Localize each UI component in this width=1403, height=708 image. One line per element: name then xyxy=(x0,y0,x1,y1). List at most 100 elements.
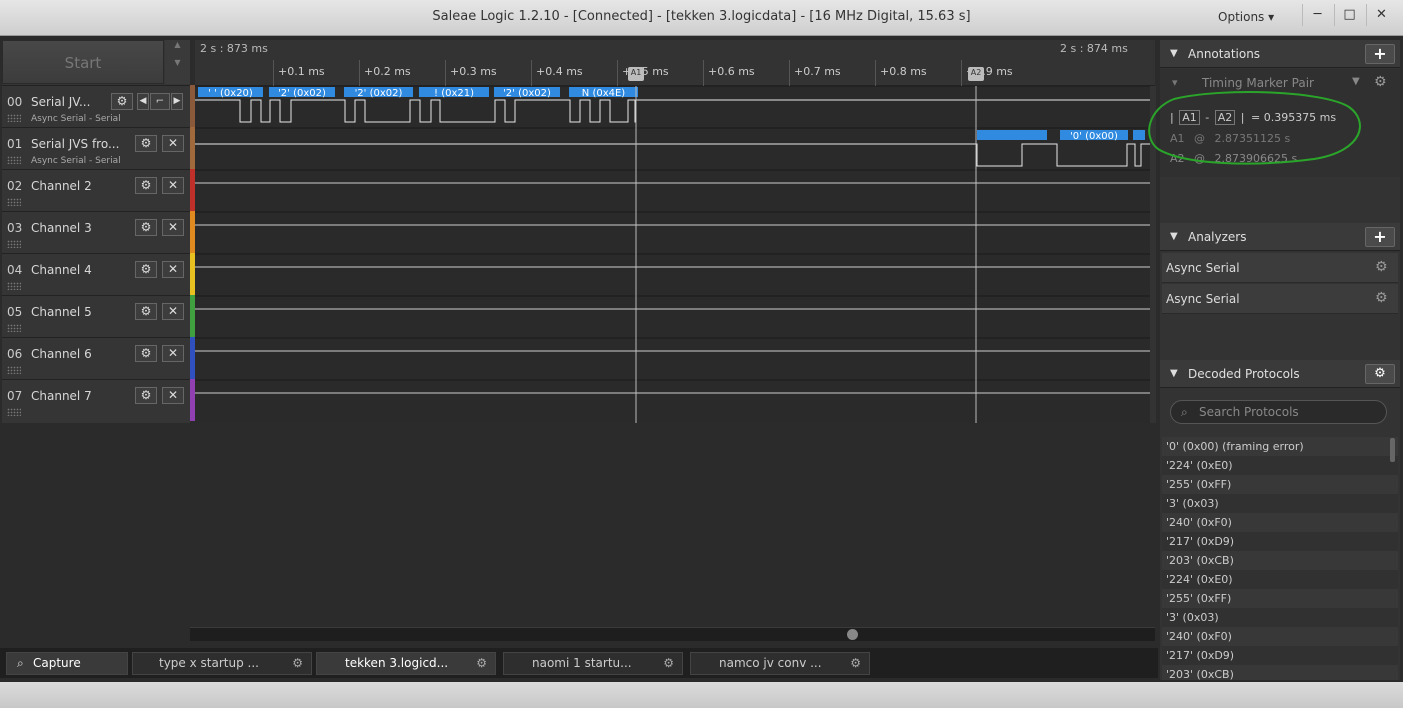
drag-handle-icon[interactable] xyxy=(7,156,21,164)
decoded-settings-button[interactable]: ⚙ xyxy=(1365,364,1395,384)
collapse-triangle-icon[interactable]: ▼ xyxy=(1170,48,1178,59)
channel-name[interactable]: Channel 6 xyxy=(31,347,92,361)
gear-icon[interactable]: ⚙ xyxy=(135,261,157,278)
options-menu[interactable]: Options ▾ xyxy=(1218,10,1274,24)
drag-handle-icon[interactable] xyxy=(7,366,21,374)
prev-edge-icon[interactable]: ◀ xyxy=(137,93,149,110)
channel-name[interactable]: Channel 7 xyxy=(31,389,92,403)
channel-row[interactable]: 03 Channel 3 ⚙ ✕ xyxy=(2,211,190,253)
drag-handle-icon[interactable] xyxy=(7,198,21,206)
close-icon[interactable]: ✕ xyxy=(162,345,184,362)
annotations-header[interactable]: ▼ Annotations + xyxy=(1160,40,1400,68)
gear-icon[interactable]: ⚙ xyxy=(663,653,674,674)
close-icon[interactable]: ✕ xyxy=(162,303,184,320)
protocol-list-item[interactable]: '255' (0xFF) xyxy=(1162,475,1398,494)
analyzer-label: Async Serial xyxy=(1166,292,1240,306)
channel-row[interactable]: 00 Serial JV... Async Serial - Serial ⚙ ◀ ⌐ ▶ xyxy=(2,85,190,127)
marker-a1[interactable]: A1 xyxy=(628,67,644,81)
gear-icon[interactable]: ⚙ xyxy=(135,219,157,236)
gear-icon[interactable]: ⚙ xyxy=(135,345,157,362)
time-tick-line xyxy=(875,60,876,86)
tab-session-2[interactable]: tekken 3.logicd... ⚙ xyxy=(316,652,496,675)
channel-row[interactable]: 04 Channel 4 ⚙ ✕ xyxy=(2,253,190,295)
tab-capture[interactable]: ⌕ Capture xyxy=(6,652,128,675)
close-button[interactable]: ✕ xyxy=(1366,4,1396,26)
protocol-list-item[interactable]: '217' (0xD9) xyxy=(1162,646,1398,665)
gear-icon[interactable]: ⚙ xyxy=(1375,290,1388,306)
channel-row[interactable]: 02 Channel 2 ⚙ ✕ xyxy=(2,169,190,211)
channel-row[interactable]: 05 Channel 5 ⚙ ✕ xyxy=(2,295,190,337)
analyzer-item[interactable]: Async Serial ⚙ xyxy=(1162,284,1398,314)
maximize-button[interactable]: □ xyxy=(1334,4,1364,26)
close-icon[interactable]: ✕ xyxy=(162,177,184,194)
search-input[interactable] xyxy=(1199,404,1379,420)
collapse-triangle-icon[interactable]: ▼ xyxy=(1170,231,1178,242)
gear-icon[interactable]: ⚙ xyxy=(111,93,133,110)
gear-icon[interactable]: ⚙ xyxy=(292,653,303,674)
channel-name[interactable]: Channel 4 xyxy=(31,263,92,277)
channel-1-waveform xyxy=(195,143,1150,167)
start-button[interactable]: Start xyxy=(2,40,164,84)
channel-row[interactable]: 06 Channel 6 ⚙ ✕ xyxy=(2,337,190,379)
channel-name[interactable]: Serial JV... xyxy=(31,95,90,109)
waveform-canvas[interactable]: ' ' (0x20) '2' (0x02) '2' (0x02) ! (0x21) '2… xyxy=(195,86,1150,423)
protocol-list-item[interactable]: '203' (0xCB) xyxy=(1162,665,1398,680)
channel-name[interactable]: Channel 5 xyxy=(31,305,92,319)
protocol-list-item[interactable]: '217' (0xD9) xyxy=(1162,532,1398,551)
protocol-list-item[interactable]: '0' (0x00) (framing error) xyxy=(1162,437,1398,456)
drag-handle-icon[interactable] xyxy=(7,282,21,290)
protocol-list-item[interactable]: '224' (0xE0) xyxy=(1162,456,1398,475)
tab-session-1[interactable]: type x startup ... ⚙ xyxy=(132,652,312,675)
protocol-list-scrollbar[interactable] xyxy=(1390,438,1395,462)
channel-name[interactable]: Channel 3 xyxy=(31,221,92,235)
protocol-list-item[interactable]: '224' (0xE0) xyxy=(1162,570,1398,589)
gear-icon[interactable]: ⚙ xyxy=(476,653,487,674)
protocol-list-item[interactable]: '240' (0xF0) xyxy=(1162,513,1398,532)
analyzers-header[interactable]: ▼ Analyzers + xyxy=(1160,223,1400,251)
close-icon[interactable]: ✕ xyxy=(162,135,184,152)
dropdown-arrow-icon[interactable]: ▼ xyxy=(1352,76,1360,87)
close-icon[interactable]: ✕ xyxy=(162,261,184,278)
tab-session-3[interactable]: naomi 1 startu... ⚙ xyxy=(503,652,683,675)
channel-name[interactable]: Channel 2 xyxy=(31,179,92,193)
protocol-list-item[interactable]: '203' (0xCB) xyxy=(1162,551,1398,570)
decoded-protocols-header[interactable]: ▼ Decoded Protocols ⚙ xyxy=(1160,360,1400,388)
channel-name[interactable]: Serial JVS fro... xyxy=(31,137,119,151)
drag-handle-icon[interactable] xyxy=(7,114,21,122)
add-analyzer-button[interactable]: + xyxy=(1365,227,1395,247)
decoded-protocols-list[interactable]: '0' (0x00) (framing error) '224' (0xE0) '2… xyxy=(1162,437,1398,680)
drag-handle-icon[interactable] xyxy=(7,240,21,248)
close-icon[interactable]: ✕ xyxy=(162,219,184,236)
minimize-button[interactable]: ─ xyxy=(1302,4,1332,26)
waveform-area[interactable]: ' ' (0x20) '2' (0x02) '2' (0x02) ! (0x21) '2… xyxy=(195,86,1150,423)
gear-icon[interactable]: ⚙ xyxy=(1374,74,1387,90)
protocol-list-item[interactable]: '255' (0xFF) xyxy=(1162,589,1398,608)
next-edge-icon[interactable]: ▶ xyxy=(171,93,183,110)
protocol-list-item[interactable]: '240' (0xF0) xyxy=(1162,627,1398,646)
scroll-thumb[interactable] xyxy=(847,629,858,640)
gear-icon[interactable]: ⚙ xyxy=(135,135,157,152)
protocol-list-item[interactable]: '3' (0x03) xyxy=(1162,608,1398,627)
gear-icon[interactable]: ⚙ xyxy=(850,653,861,674)
protocol-list-item[interactable]: '3' (0x03) xyxy=(1162,494,1398,513)
gear-icon[interactable]: ⚙ xyxy=(135,303,157,320)
close-icon[interactable]: ✕ xyxy=(162,387,184,404)
gear-icon[interactable]: ⚙ xyxy=(135,177,157,194)
collapse-triangle-icon[interactable]: ▼ xyxy=(1170,368,1178,379)
gear-icon[interactable]: ⚙ xyxy=(135,387,157,404)
horizontal-scrollbar[interactable] xyxy=(190,627,1155,641)
drag-handle-icon[interactable] xyxy=(7,408,21,416)
analyzer-item[interactable]: Async Serial ⚙ xyxy=(1162,253,1398,283)
decoded-frame-label: ' ' (0x20) xyxy=(208,88,253,99)
timeline-header[interactable]: 2 s : 873 ms 2 s : 874 ms +0.1 ms +0.2 ms… xyxy=(195,40,1155,86)
gear-icon[interactable]: ⚙ xyxy=(1375,259,1388,275)
start-options-arrows[interactable]: ▲ ▼ xyxy=(165,40,190,84)
channel-row[interactable]: 01 Serial JVS fro... Async Serial - Serial… xyxy=(2,127,190,169)
tab-session-4[interactable]: namco jv conv ... ⚙ xyxy=(690,652,870,675)
drag-handle-icon[interactable] xyxy=(7,324,21,332)
edge-trigger-icon[interactable]: ⌐ xyxy=(150,93,170,110)
search-protocols-field[interactable]: ⌕ xyxy=(1170,400,1387,424)
channel-row[interactable]: 07 Channel 7 ⚙ ✕ xyxy=(2,379,190,421)
add-annotation-button[interactable]: + xyxy=(1365,44,1395,64)
marker-a2[interactable]: A2 xyxy=(968,67,984,81)
